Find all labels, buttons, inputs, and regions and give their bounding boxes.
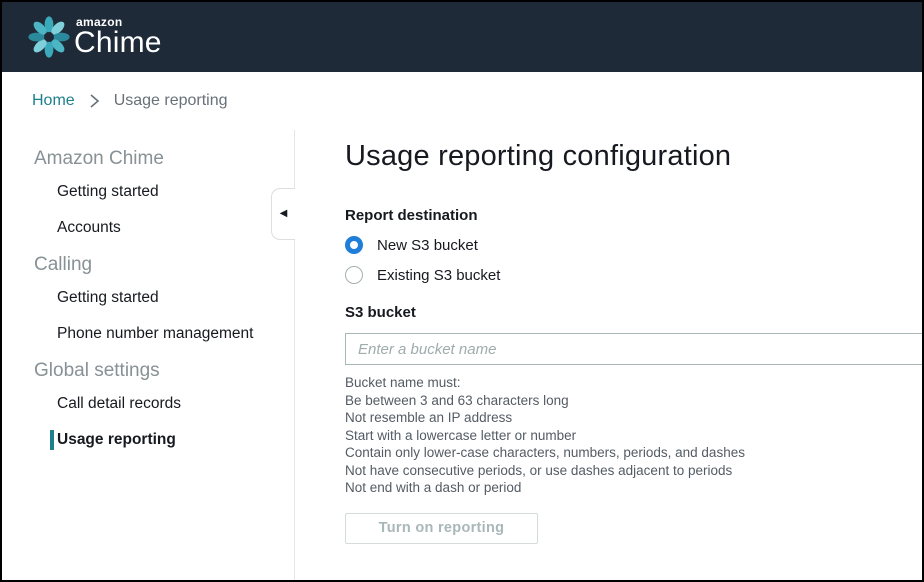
sidebar: Amazon Chime Getting started Accounts Ca…	[2, 130, 295, 580]
bucket-name-requirements: Bucket name must: Be between 3 and 63 ch…	[345, 374, 922, 497]
report-destination-radio-group: New S3 bucket Existing S3 bucket	[345, 236, 922, 284]
bucket-name-input[interactable]	[345, 333, 922, 365]
sidebar-item-phone-number-management[interactable]: Phone number management	[57, 324, 294, 344]
chime-pinwheel-icon	[26, 14, 72, 60]
radio-unselected-icon[interactable]	[345, 266, 363, 284]
sidebar-item-call-detail-records[interactable]: Call detail records	[57, 394, 294, 414]
main-content: Usage reporting configuration Report des…	[295, 130, 922, 580]
requirement-rule: Not have consecutive periods, or use das…	[345, 462, 922, 480]
app-window: amazon Chime Home Usage reporting Amazon…	[0, 0, 924, 582]
sidebar-item-usage-reporting[interactable]: Usage reporting	[50, 430, 294, 450]
requirement-rule: Start with a lowercase letter or number	[345, 427, 922, 445]
report-destination-label: Report destination	[345, 207, 922, 224]
app-header: amazon Chime	[2, 2, 922, 72]
brand-text: amazon Chime	[74, 16, 162, 58]
brand-chime: Chime	[74, 28, 162, 58]
breadcrumb-home-link[interactable]: Home	[32, 92, 75, 110]
sidebar-section-amazon-chime: Amazon Chime	[34, 148, 294, 170]
sidebar-item-getting-started[interactable]: Getting started	[57, 182, 294, 202]
radio-option-new-s3-bucket[interactable]: New S3 bucket	[345, 236, 922, 254]
sidebar-item-calling-getting-started[interactable]: Getting started	[57, 288, 294, 308]
sidebar-section-global-settings: Global settings	[34, 360, 294, 382]
requirements-heading: Bucket name must:	[345, 374, 922, 392]
requirement-rule: Not resemble an IP address	[345, 409, 922, 427]
s3-bucket-label: S3 bucket	[345, 304, 922, 321]
radio-selected-icon[interactable]	[345, 236, 363, 254]
sidebar-section-calling: Calling	[34, 254, 294, 276]
radio-option-label: Existing S3 bucket	[377, 267, 500, 284]
chime-logo: amazon Chime	[26, 14, 162, 60]
requirement-rule: Contain only lower-case characters, numb…	[345, 444, 922, 462]
breadcrumb: Home Usage reporting	[2, 72, 922, 130]
breadcrumb-current: Usage reporting	[114, 92, 228, 110]
radio-option-existing-s3-bucket[interactable]: Existing S3 bucket	[345, 266, 922, 284]
requirement-rule: Not end with a dash or period	[345, 479, 922, 497]
sidebar-collapse-button[interactable]: ◀	[271, 188, 295, 240]
turn-on-reporting-button[interactable]: Turn on reporting	[345, 513, 538, 544]
requirement-rule: Be between 3 and 63 characters long	[345, 392, 922, 410]
breadcrumb-chevron-icon	[89, 93, 100, 109]
radio-option-label: New S3 bucket	[377, 237, 478, 254]
collapse-arrow-icon: ◀	[280, 209, 288, 219]
sidebar-item-accounts[interactable]: Accounts	[57, 218, 294, 238]
page-title: Usage reporting configuration	[345, 140, 922, 173]
